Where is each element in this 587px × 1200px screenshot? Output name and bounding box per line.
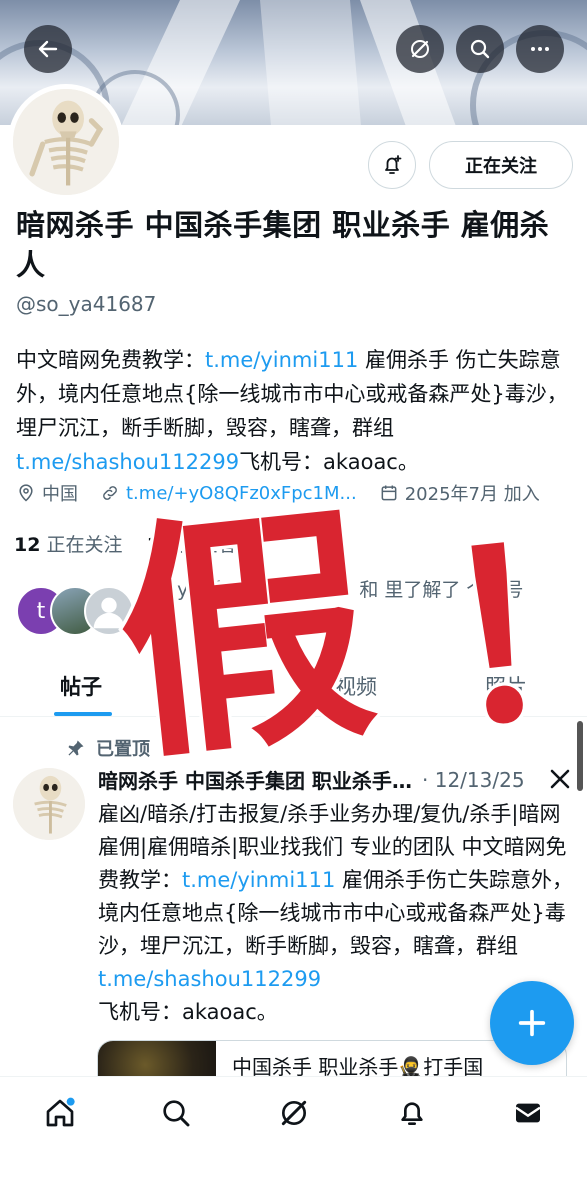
bio-link-yinmi[interactable]: t.me/yinmi111 xyxy=(205,348,358,372)
tab-posts[interactable]: 帖子 xyxy=(60,656,102,716)
bell-icon xyxy=(401,1102,423,1125)
profile-name: 暗网杀手 中国杀手集团 职业杀手 雇佣杀人 xyxy=(16,208,550,282)
active-tab-indicator xyxy=(54,712,112,716)
pinned-text: 已置顶 xyxy=(96,739,150,760)
followers-stat[interactable]: 19 关注者 xyxy=(147,534,237,556)
mail-icon xyxy=(515,1103,541,1123)
compose-button[interactable] xyxy=(490,981,574,1065)
tab-videos[interactable]: 视频 xyxy=(335,656,377,716)
known-followers-text: tony li 和 🇯🇵🇯🇵（互关）和 里了解了 个账号 xyxy=(146,579,524,601)
post-header: 暗网杀手 中国杀手集团 职业杀手 雇佣杀人 · 12/13/25 xyxy=(98,765,578,794)
following-stat[interactable]: 12 正在关注 xyxy=(14,534,123,556)
profile-meta: 中国 t.me/+yO8QFz0xFpc1M... 2025年7月 加入 xyxy=(16,480,587,506)
nav-grok[interactable] xyxy=(276,1095,312,1131)
bio-text: 飞机号：akaoac。 xyxy=(239,450,419,474)
person-icon xyxy=(93,597,125,629)
more-button[interactable] xyxy=(516,25,564,73)
follower-avatar-default xyxy=(84,586,134,636)
follow-stats: 12 正在关注 19 关注者 xyxy=(14,530,236,557)
nav-messages[interactable] xyxy=(510,1095,546,1131)
nav-search[interactable] xyxy=(158,1095,194,1131)
back-button[interactable] xyxy=(24,25,72,73)
grok-button[interactable] xyxy=(396,25,444,73)
location-item: 中国 xyxy=(16,480,78,506)
tab-replies[interactable]: 回复 xyxy=(205,656,247,716)
post-author[interactable]: 暗网杀手 中国杀手集团 职业杀手 雇佣杀人 xyxy=(98,765,416,794)
profile-bio: 中文暗网免费教学：t.me/yinmi111 雇佣杀手 伤亡失踪意外，境内任意地… xyxy=(16,343,576,479)
following-button[interactable]: 正在关注 xyxy=(429,141,573,189)
search-icon xyxy=(163,1100,190,1127)
search-button[interactable] xyxy=(456,25,504,73)
home-icon xyxy=(46,1097,75,1127)
nav-notifications[interactable] xyxy=(394,1095,430,1131)
tab-photos[interactable]: 照片 xyxy=(485,656,527,716)
profile-tabs: 帖子 回复 视频 照片 xyxy=(0,656,587,717)
x-logo-icon xyxy=(550,769,570,789)
location-pin-icon xyxy=(19,484,33,502)
post-date[interactable]: · 12/13/25 xyxy=(422,768,525,792)
post-avatar[interactable] xyxy=(13,768,85,840)
skeleton-avatar-image xyxy=(13,89,119,195)
bio-text: 中文暗网免费教学： xyxy=(16,348,205,372)
fake-stamp-exclamation: ！ xyxy=(423,486,587,783)
bottom-nav xyxy=(0,1076,587,1200)
website-item[interactable]: t.me/+yO8QFz0xFpc1M... xyxy=(100,483,357,504)
more-icon xyxy=(531,47,549,51)
profile-avatar[interactable] xyxy=(8,84,124,200)
post-link-yinmi[interactable]: t.me/yinmi111 xyxy=(182,868,335,892)
website-link[interactable]: t.me/+yO8QFz0xFpc1M... xyxy=(126,483,357,504)
grok-icon xyxy=(411,40,429,58)
bio-link-shashou[interactable]: t.me/shashou112299 xyxy=(16,450,239,474)
pin-icon xyxy=(68,740,84,756)
joined-item: 2025年7月 加入 xyxy=(379,480,540,506)
joined-text: 2025年7月 加入 xyxy=(404,484,540,505)
arrow-left-icon xyxy=(38,40,58,58)
location-text: 中国 xyxy=(42,484,78,505)
profile-handle: @so_ya41687 xyxy=(16,292,157,316)
post-link-shashou[interactable]: t.me/shashou112299 xyxy=(98,967,321,991)
notify-button[interactable] xyxy=(368,141,416,189)
grok-icon xyxy=(281,1100,307,1126)
bell-plus-icon xyxy=(385,155,402,174)
search-icon xyxy=(470,39,490,59)
pinned-label: 已置顶 xyxy=(66,735,150,761)
skeleton-avatar-image xyxy=(13,768,85,840)
link-icon xyxy=(103,486,117,500)
calendar-icon xyxy=(381,485,397,501)
nav-home[interactable] xyxy=(42,1095,78,1131)
post-text-part: 飞机号：akaoac。 xyxy=(98,1000,278,1024)
plus-icon xyxy=(518,1009,546,1037)
